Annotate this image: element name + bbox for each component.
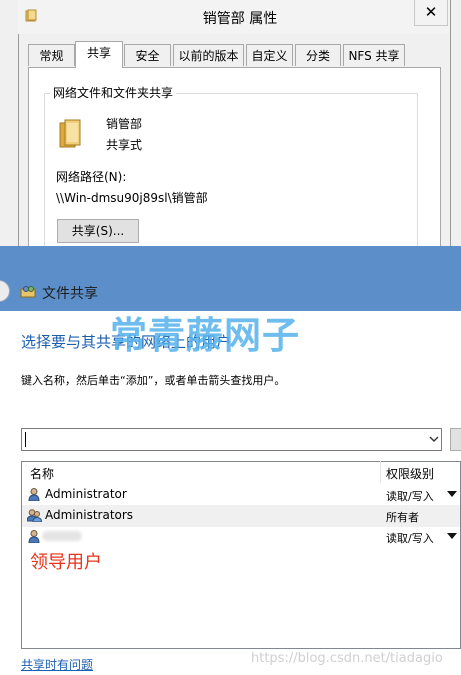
- group-icon: [27, 509, 42, 522]
- tab-nfs-sharing[interactable]: NFS 共享: [343, 44, 405, 66]
- share-button[interactable]: 共享(S)...: [57, 219, 139, 243]
- column-separator[interactable]: [380, 461, 381, 483]
- tab-previous-versions[interactable]: 以前的版本: [173, 44, 244, 66]
- network-path-label: 网络路径(N):: [56, 170, 127, 184]
- user-name-input[interactable]: [21, 428, 442, 451]
- sharing-help-link[interactable]: 共享时有问题: [21, 656, 93, 673]
- column-header-permission-level[interactable]: 权限级别: [386, 465, 434, 482]
- tab-sharing[interactable]: 共享: [75, 41, 123, 68]
- close-icon[interactable]: ✕: [414, 0, 448, 26]
- tab-general[interactable]: 常规: [28, 44, 75, 66]
- wizard-instruction: 键入名称，然后单击“添加”，或者单击箭头查找用户。: [21, 374, 286, 387]
- blurred-user-name: [42, 531, 82, 541]
- network-path-value: \\Win-dmsu90j89sl\销管部: [56, 191, 208, 205]
- shared-folder-icon: [59, 119, 81, 148]
- folder-name: 销管部: [106, 117, 143, 131]
- user-icon: [28, 488, 40, 501]
- add-button[interactable]: [450, 428, 461, 451]
- user-icon: [28, 530, 40, 543]
- tab-security[interactable]: 安全: [124, 44, 171, 66]
- triangle-down-icon[interactable]: [447, 533, 457, 540]
- list-item-name[interactable]: Administrator: [45, 487, 127, 501]
- properties-dialog-title: 销管部 属性: [202, 11, 278, 27]
- permission-level[interactable]: 读取/写入: [386, 530, 434, 546]
- text-caret: [25, 432, 26, 447]
- permission-level[interactable]: 读取/写入: [386, 488, 434, 504]
- wizard-title: 文件共享: [42, 286, 98, 302]
- folder-icon: [25, 9, 37, 22]
- tab-customize[interactable]: 自定义: [246, 44, 293, 66]
- list-item-name[interactable]: Administrators: [45, 508, 133, 522]
- triangle-down-icon[interactable]: [447, 491, 457, 498]
- annotation-label: 领导用户: [30, 552, 102, 573]
- csdn-watermark: https://blog.csdn.net/tiadagio: [251, 651, 443, 666]
- network-sharing-group-label: 网络文件和文件夹共享: [50, 84, 177, 101]
- permission-level: 所有者: [386, 511, 419, 524]
- watermark-text: 常青藤网子: [110, 314, 300, 357]
- column-header-name[interactable]: 名称: [30, 465, 54, 482]
- chevron-down-icon[interactable]: [428, 431, 440, 447]
- tab-classification[interactable]: 分类: [295, 44, 341, 66]
- share-status: 共享式: [106, 138, 143, 152]
- users-share-icon: [20, 286, 36, 298]
